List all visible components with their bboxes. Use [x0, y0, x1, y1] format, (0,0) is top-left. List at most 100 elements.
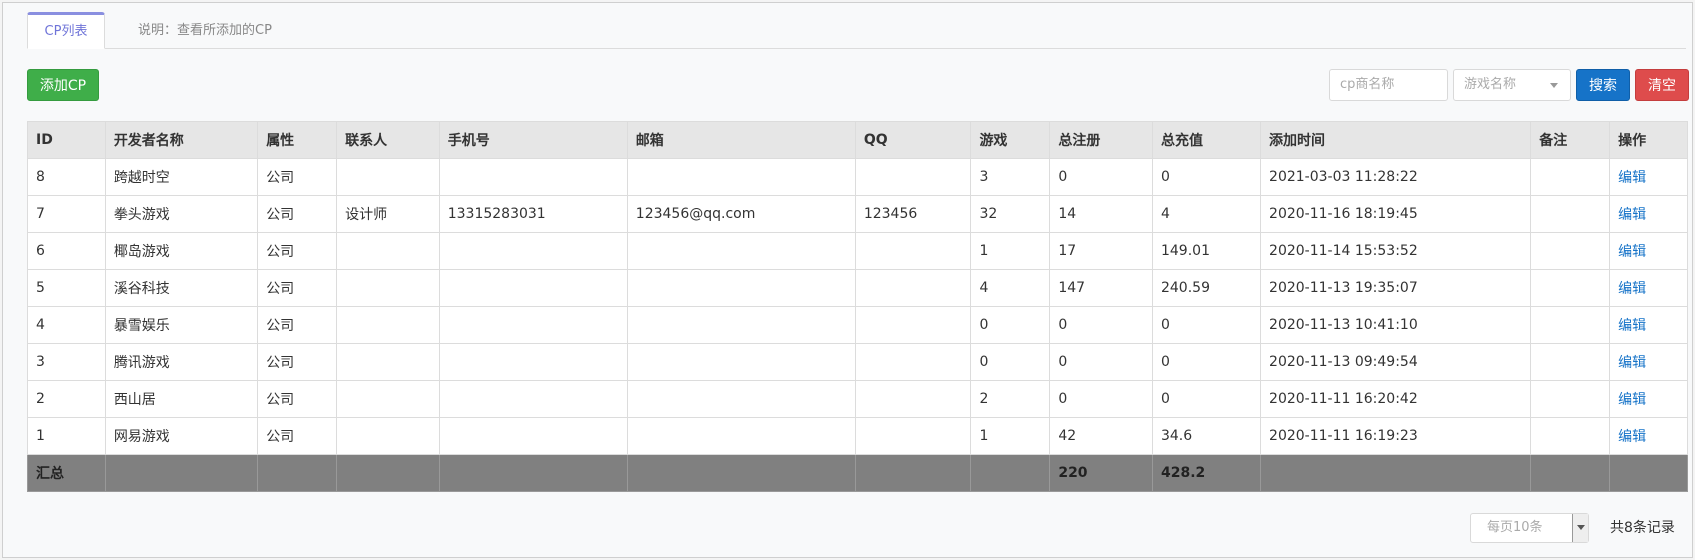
summary-empty-cell — [970, 454, 1051, 492]
summary-total-registrations: 220 — [1049, 454, 1153, 492]
edit-link[interactable]: 编辑 — [1618, 281, 1646, 297]
cell-phone — [438, 380, 628, 418]
cp-table: ID 开发者名称 属性 联系人 手机号 邮箱 QQ 游戏 总注册 总充值 添加时… — [27, 121, 1688, 492]
cell-added-time: 2021-03-03 11:28:22 — [1260, 158, 1532, 196]
header-email: 邮箱 — [626, 121, 856, 159]
clear-button[interactable]: 清空 — [1635, 69, 1689, 101]
cell-email — [626, 269, 856, 307]
cell-phone — [438, 343, 628, 381]
cell-id: 8 — [27, 158, 106, 196]
cell-id: 6 — [27, 232, 106, 270]
cell-phone — [438, 158, 628, 196]
cell-email — [626, 306, 856, 344]
cell-email — [626, 343, 856, 381]
game-name-select[interactable]: 游戏名称 — [1453, 69, 1571, 101]
header-note: 备注 — [1530, 121, 1611, 159]
cell-phone — [438, 232, 628, 270]
cell-phone — [438, 417, 628, 455]
cell-email: 123456@qq.com — [626, 195, 856, 233]
cell-total-recharge: 0 — [1151, 380, 1262, 418]
cell-developer-name: 椰岛游戏 — [104, 232, 259, 270]
cell-qq — [854, 380, 972, 418]
header-developer-name: 开发者名称 — [104, 121, 259, 159]
cell-phone — [438, 269, 628, 307]
cell-contact: 设计师 — [336, 195, 440, 233]
summary-empty-cell — [1260, 454, 1532, 492]
cell-contact — [336, 343, 440, 381]
cell-attribute: 公司 — [257, 269, 338, 307]
cell-total-registrations: 17 — [1049, 232, 1153, 270]
cell-total-recharge: 240.59 — [1151, 269, 1262, 307]
cell-total-recharge: 4 — [1151, 195, 1262, 233]
header-attribute: 属性 — [257, 121, 338, 159]
summary-empty-cell — [336, 454, 440, 492]
search-button[interactable]: 搜索 — [1576, 69, 1630, 101]
edit-link[interactable]: 编辑 — [1618, 355, 1646, 371]
cell-qq — [854, 417, 972, 455]
edit-link[interactable]: 编辑 — [1618, 207, 1646, 223]
header-total-registrations: 总注册 — [1049, 121, 1153, 159]
chevron-down-icon — [1550, 83, 1558, 88]
summary-total-recharge: 428.2 — [1151, 454, 1262, 492]
cell-games: 0 — [970, 306, 1051, 344]
total-records: 共8条记录 — [1610, 520, 1675, 536]
cell-games: 2 — [970, 380, 1051, 418]
table-row: 3 腾讯游戏 公司 0 0 0 2020-11-13 09:49:54 编辑 — [27, 343, 1688, 381]
cell-added-time: 2020-11-11 16:20:42 — [1260, 380, 1532, 418]
cell-developer-name: 溪谷科技 — [104, 269, 259, 307]
cell-note — [1530, 417, 1611, 455]
cell-developer-name: 暴雪娱乐 — [104, 306, 259, 344]
cp-name-input[interactable]: cp商名称 — [1329, 69, 1448, 101]
cell-contact — [336, 380, 440, 418]
edit-link[interactable]: 编辑 — [1618, 429, 1646, 445]
cell-attribute: 公司 — [257, 343, 338, 381]
cell-total-registrations: 0 — [1049, 343, 1153, 381]
cell-games: 1 — [970, 417, 1051, 455]
cell-games: 0 — [970, 343, 1051, 381]
header-action: 操作 — [1609, 121, 1688, 159]
cell-note — [1530, 158, 1611, 196]
cell-qq: 123456 — [854, 195, 972, 233]
cell-id: 3 — [27, 343, 106, 381]
page-size-value: 每页10条 — [1487, 520, 1543, 535]
cell-developer-name: 网易游戏 — [104, 417, 259, 455]
tab-description: 说明：查看所添加的CP — [138, 23, 272, 38]
page-size-select[interactable]: 每页10条 — [1470, 513, 1589, 543]
cell-contact — [336, 232, 440, 270]
edit-link[interactable]: 编辑 — [1618, 392, 1646, 408]
cell-developer-name: 腾讯游戏 — [104, 343, 259, 381]
cell-total-recharge: 0 — [1151, 343, 1262, 381]
cell-developer-name: 西山居 — [104, 380, 259, 418]
summary-empty-cell — [1530, 454, 1611, 492]
cell-action: 编辑 — [1609, 232, 1688, 270]
header-id: ID — [27, 121, 106, 159]
edit-link[interactable]: 编辑 — [1618, 244, 1646, 260]
edit-link[interactable]: 编辑 — [1618, 170, 1646, 186]
tab-cp-list[interactable]: CP列表 — [27, 12, 105, 49]
header-total-recharge: 总充值 — [1151, 121, 1262, 159]
header-games: 游戏 — [970, 121, 1051, 159]
summary-empty-cell — [438, 454, 628, 492]
cell-attribute: 公司 — [257, 417, 338, 455]
cell-total-registrations: 147 — [1049, 269, 1153, 307]
cell-qq — [854, 306, 972, 344]
cell-developer-name: 拳头游戏 — [104, 195, 259, 233]
table-header-row: ID 开发者名称 属性 联系人 手机号 邮箱 QQ 游戏 总注册 总充值 添加时… — [27, 121, 1688, 159]
cell-added-time: 2020-11-13 10:41:10 — [1260, 306, 1532, 344]
cell-id: 7 — [27, 195, 106, 233]
cell-attribute: 公司 — [257, 195, 338, 233]
summary-empty-cell — [104, 454, 259, 492]
add-cp-button[interactable]: 添加CP — [27, 69, 99, 101]
cell-phone — [438, 306, 628, 344]
cell-attribute: 公司 — [257, 158, 338, 196]
edit-link[interactable]: 编辑 — [1618, 318, 1646, 334]
cell-id: 5 — [27, 269, 106, 307]
cell-contact — [336, 306, 440, 344]
cell-total-recharge: 149.01 — [1151, 232, 1262, 270]
cell-action: 编辑 — [1609, 269, 1688, 307]
cell-total-recharge: 0 — [1151, 158, 1262, 196]
cell-total-recharge: 0 — [1151, 306, 1262, 344]
cell-email — [626, 232, 856, 270]
cell-note — [1530, 306, 1611, 344]
cell-added-time: 2020-11-13 09:49:54 — [1260, 343, 1532, 381]
